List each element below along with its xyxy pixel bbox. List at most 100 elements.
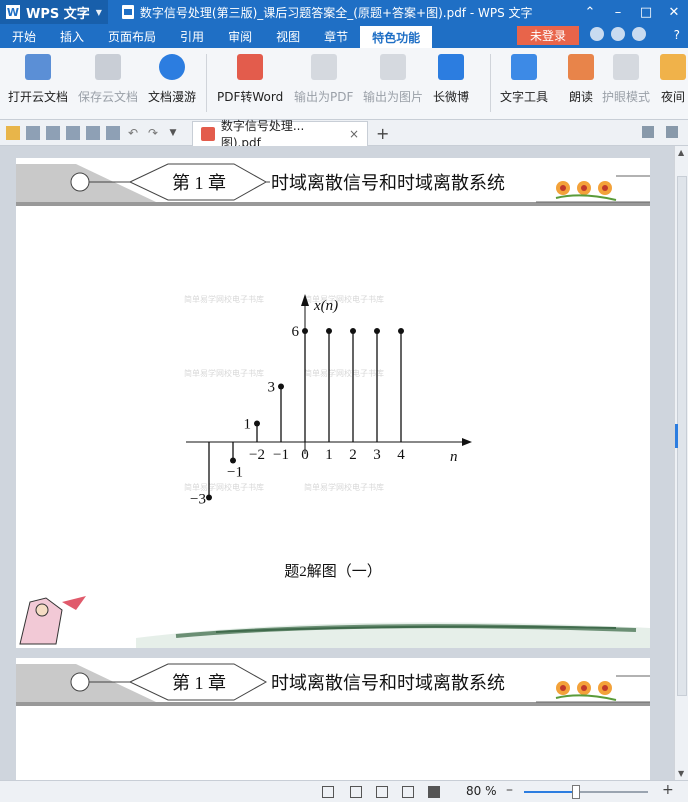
moon-icon <box>660 54 686 80</box>
undo-icon[interactable]: ↶ <box>126 126 140 140</box>
read-aloud-button[interactable]: 朗读 <box>568 54 594 105</box>
chapter-label: 第 1 章 <box>172 673 226 693</box>
stem-point <box>206 494 212 501</box>
web-view-icon[interactable] <box>376 786 388 798</box>
print-preview-icon[interactable] <box>86 125 100 140</box>
page-view-icon[interactable] <box>350 786 362 798</box>
stem-value-label: −1 <box>227 465 243 481</box>
ribbon-label: 打开云文档 <box>8 90 69 104</box>
ribbon-label: PDF转Word <box>217 90 284 104</box>
girl-illustration-icon <box>19 596 86 645</box>
window-title-text: 数字信号处理(第三版)_课后习题答案全_(原题+答案+图).pdf - WPS … <box>139 5 533 20</box>
night-mode-button[interactable]: 夜间 <box>658 54 688 105</box>
close-tab-icon[interactable]: × <box>349 127 359 141</box>
x-tick-labels: −2 −1 0 1 2 3 4 <box>249 447 405 463</box>
speaker-icon <box>568 54 594 80</box>
zoom-in-icon[interactable]: + <box>662 782 674 798</box>
y-axis-label: x(n) <box>313 298 338 314</box>
ribbon-label: 文字工具 <box>500 90 549 104</box>
ribbon-label: 护眼模式 <box>602 90 651 104</box>
x-axis-label: n <box>450 449 458 465</box>
fullscreen-icon[interactable] <box>322 786 334 798</box>
chapter-title: 时域离散信号和时域离散系统 <box>271 673 505 693</box>
ribbon-separator <box>206 54 207 112</box>
zoom-level[interactable]: 80 % <box>466 784 497 798</box>
wps-logo-icon: W <box>6 5 20 19</box>
save-icon[interactable] <box>26 125 40 140</box>
sync-icon[interactable] <box>611 27 625 41</box>
menu-item-chapter[interactable]: 章节 <box>312 24 360 48</box>
page-icon[interactable] <box>106 125 120 140</box>
scroll-down-icon[interactable]: ▼ <box>678 769 684 778</box>
doc-roaming-button[interactable]: 文档漫游 <box>148 54 196 105</box>
login-button[interactable]: 未登录 <box>517 26 579 45</box>
eye-mode-icon[interactable] <box>428 786 440 798</box>
menu-item-references[interactable]: 引用 <box>168 24 216 48</box>
stem-point <box>374 328 380 334</box>
close-icon[interactable]: ✕ <box>660 0 688 24</box>
save-cloud-icon <box>95 54 121 80</box>
tab-list-icon[interactable] <box>642 126 654 138</box>
collapse-ribbon-icon[interactable]: ⌃ <box>576 0 604 24</box>
document-page: 第 1 章 时域离散信号和时域离散系统 <box>16 658 650 780</box>
ribbon-label: 保存云文档 <box>78 90 139 104</box>
customize-dropdown-icon[interactable]: ▼ <box>166 126 180 140</box>
skin-icon[interactable] <box>590 27 604 41</box>
scrollbar-thumb[interactable] <box>677 176 687 696</box>
text-tools-button[interactable]: 文字工具 <box>500 54 548 105</box>
document-viewport[interactable]: 第 1 章 时域离散信号和时域离散系统 简单易学网校电子书库 简单易学网校电子书库… <box>0 146 674 780</box>
weibo-icon <box>438 54 464 80</box>
stem-point <box>254 420 260 427</box>
help-icon[interactable]: ? <box>674 28 680 42</box>
minimize-icon[interactable]: – <box>604 0 632 24</box>
eye-icon <box>613 54 639 80</box>
ribbon-label: 输出为PDF <box>294 90 354 104</box>
window-title: 数字信号处理(第三版)_课后习题答案全_(原题+答案+图).pdf - WPS … <box>121 4 533 21</box>
zoom-slider-knob[interactable] <box>572 785 580 799</box>
menu-item-start[interactable]: 开始 <box>0 24 48 48</box>
x-tick-label: 1 <box>325 447 333 463</box>
save-cloud-doc-button[interactable]: 保存云文档 <box>78 54 138 105</box>
stem-plot-figure: 简单易学网校电子书库 简单易学网校电子书库简单易学网校电子书库 简单易学网校电子书库… <box>184 294 472 580</box>
x-tick-label: 3 <box>373 447 381 463</box>
new-tab-icon[interactable]: + <box>376 124 389 143</box>
export-icon[interactable] <box>46 125 60 140</box>
scroll-up-icon[interactable]: ▲ <box>678 148 684 157</box>
scroll-position-marker <box>675 424 678 448</box>
page-footer-decoration <box>19 596 650 648</box>
wps-app-menu-button[interactable]: W WPS 文字 ▼ <box>0 0 108 24</box>
pdf-to-word-button[interactable]: PDF转Word <box>217 54 283 105</box>
menu-item-special-features[interactable]: 特色功能 <box>360 26 433 48</box>
x-tick-label: 4 <box>397 447 405 463</box>
watermark-text: 简单易学网校电子书库 <box>304 482 384 492</box>
export-pdf-button[interactable]: 输出为PDF <box>294 54 353 105</box>
long-weibo-button[interactable]: 长微博 <box>433 54 469 105</box>
stem-point <box>326 328 332 334</box>
maximize-icon[interactable]: □ <box>632 0 660 24</box>
print-icon[interactable] <box>66 125 80 140</box>
document-tab[interactable]: 数字信号处理...图).pdf × <box>192 119 368 150</box>
zoom-out-icon[interactable]: – <box>506 782 513 798</box>
status-bar: 80 % – + <box>0 780 688 802</box>
eye-protection-button[interactable]: 护眼模式 <box>602 54 650 105</box>
page-2-canvas: 第 1 章 时域离散信号和时域离散系统 <box>16 663 650 706</box>
stem-point <box>230 457 236 464</box>
watermark-text: 简单易学网校电子书库 <box>304 368 384 378</box>
chapter-header: 第 1 章 时域离散信号和时域离散系统 <box>16 163 650 206</box>
outline-view-icon[interactable] <box>402 786 414 798</box>
open-cloud-doc-button[interactable]: 打开云文档 <box>8 54 68 105</box>
export-image-button[interactable]: 输出为图片 <box>363 54 423 105</box>
figure-caption: 题2解图（一） <box>284 563 382 580</box>
chapter-label: 第 1 章 <box>172 173 226 193</box>
zoom-slider-fill <box>524 791 576 793</box>
open-folder-icon[interactable] <box>6 125 20 140</box>
redo-icon[interactable]: ↷ <box>146 126 160 140</box>
stem-point <box>278 383 284 390</box>
menu-item-view[interactable]: 视图 <box>264 24 312 48</box>
shirt-icon[interactable] <box>632 27 646 41</box>
menu-item-page-layout[interactable]: 页面布局 <box>96 24 168 48</box>
window-arrange-icon[interactable] <box>666 126 678 138</box>
menu-item-review[interactable]: 审阅 <box>216 24 264 48</box>
vertical-scrollbar[interactable]: ▲ ▼ <box>674 146 688 780</box>
menu-item-insert[interactable]: 插入 <box>48 24 96 48</box>
